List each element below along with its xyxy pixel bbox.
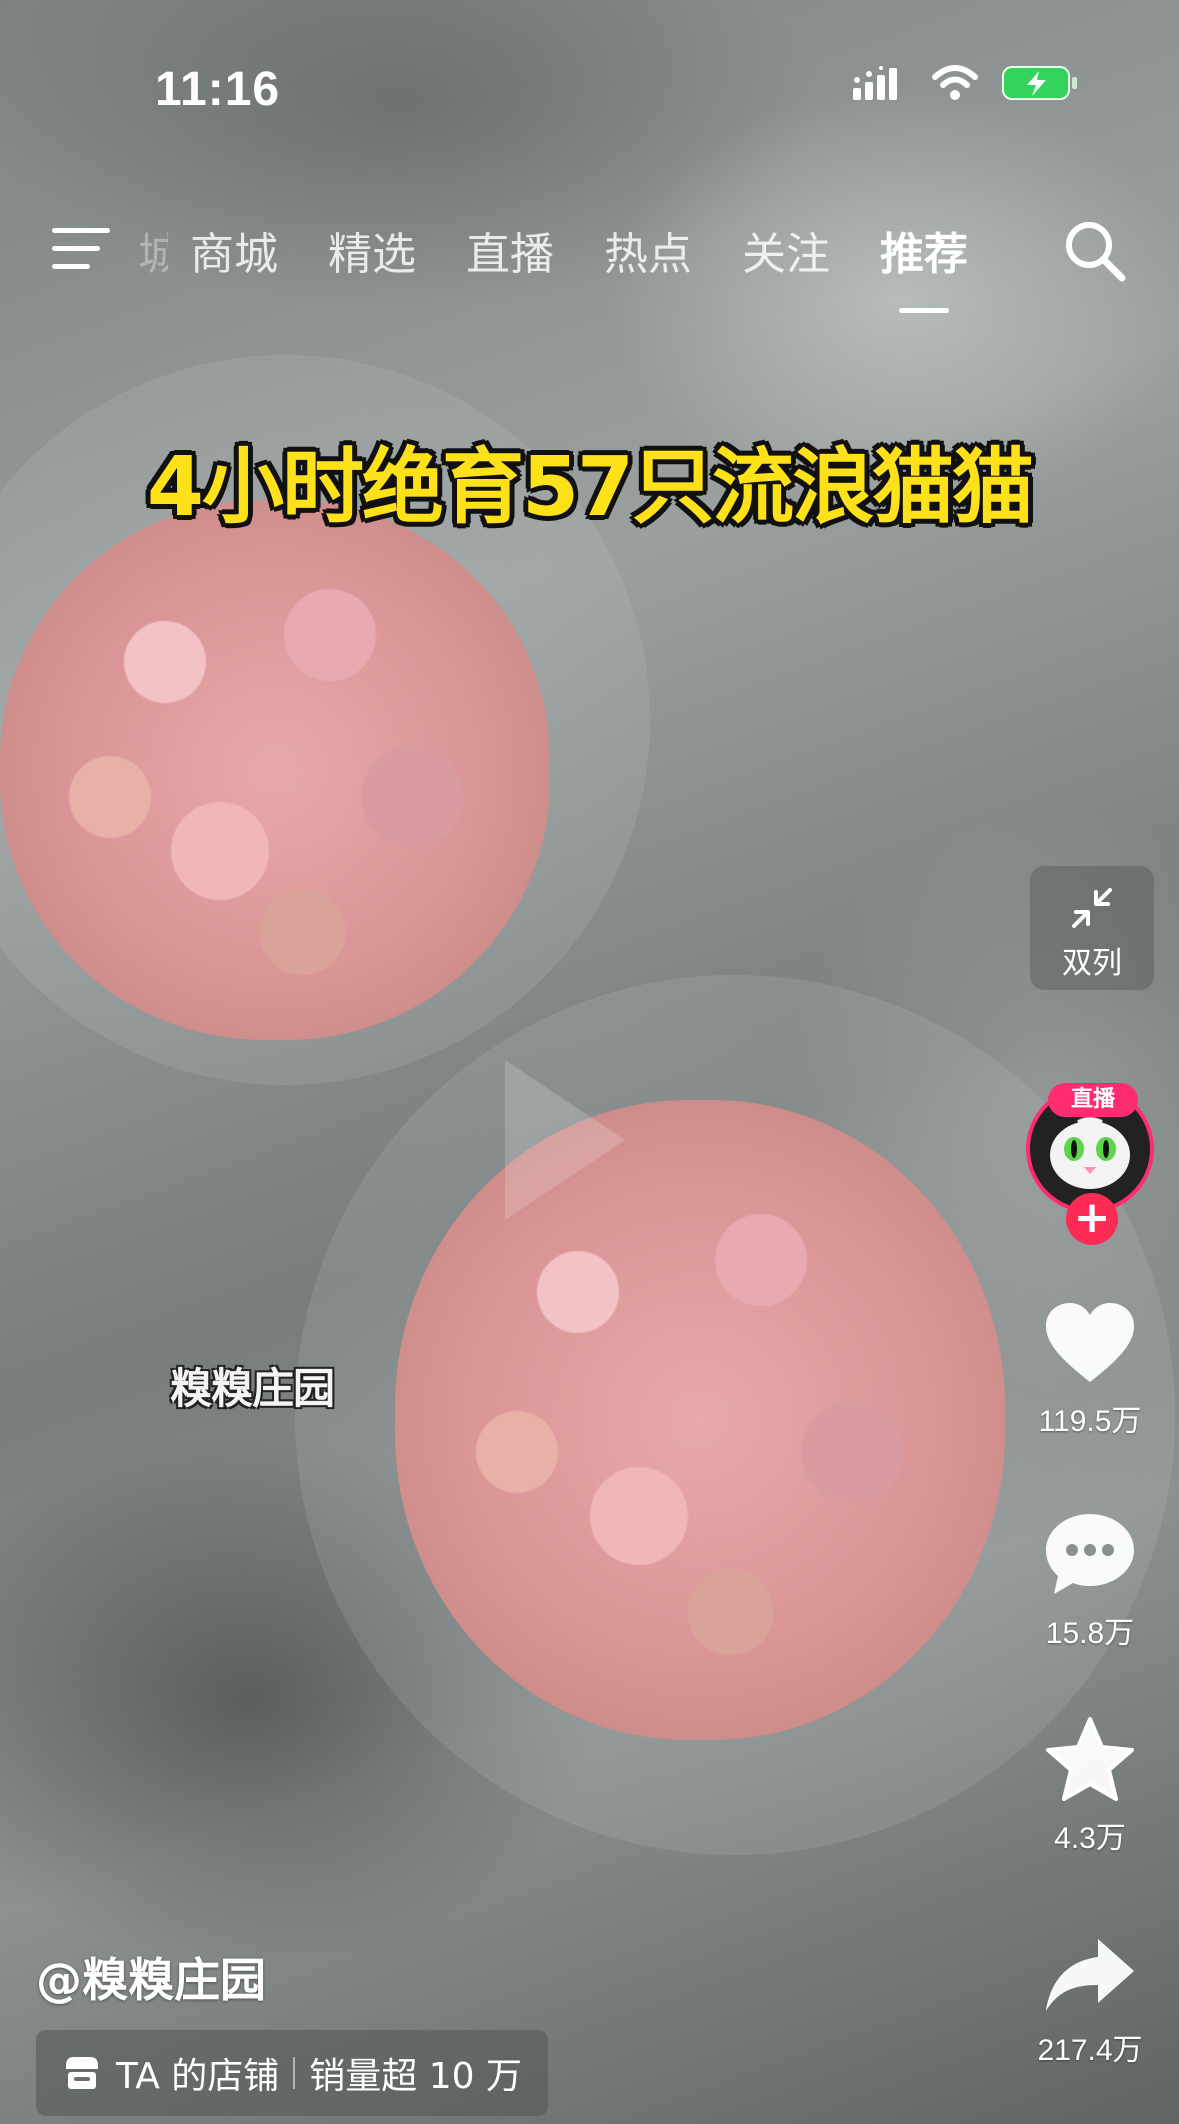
play-hint-icon [505,1060,625,1220]
search-icon[interactable] [1062,218,1128,284]
like-count: 119.5万 [1038,1405,1142,1438]
tab-trending[interactable]: 热点 [579,218,717,282]
wifi-icon [932,65,978,100]
top-nav: 城 商城 精选 直播 热点 关注 推荐 [0,210,1179,313]
author-handle[interactable]: @糗糗庄园 [36,1944,266,2010]
creator-avatar-group[interactable]: 直播 + [1026,1083,1160,1245]
share-button[interactable]: 217.4万 [1020,1935,1160,2069]
follow-button[interactable]: + [1066,1193,1118,1245]
tab-recommended[interactable]: 推荐 [855,218,993,313]
dual-column-button[interactable]: 双列 [1030,866,1154,990]
nav-tab-partial[interactable]: 城 [138,218,168,282]
comment-count: 15.8万 [1045,1617,1135,1650]
share-count: 217.4万 [1037,2034,1143,2067]
battery-charging-icon [1002,66,1077,100]
video-feed-screen[interactable]: 4小时绝育57只流浪猫猫 糗糗庄园 11:16 城 商城 精选 直播 热点 关注… [0,0,1179,2124]
shop-entry[interactable]: TA 的店铺 销量超 10 万 [36,2030,548,2116]
status-icons [853,64,1079,102]
like-button[interactable]: 119.5万 [1020,1300,1160,1440]
shop-bag-icon [66,2057,98,2089]
dual-column-label: 双列 [1062,946,1122,981]
star-icon [1046,1717,1134,1801]
comment-bubble-icon [1046,1514,1134,1594]
shop-divider [293,2057,296,2089]
favorite-count: 4.3万 [1054,1822,1126,1855]
shop-label: TA 的店铺 [116,2056,280,2097]
nav-tabs: 商城 精选 直播 热点 关注 推荐 [165,218,993,313]
favorite-button[interactable]: 4.3万 [1020,1715,1160,1857]
tab-following[interactable]: 关注 [717,218,855,282]
tab-featured[interactable]: 精选 [303,218,441,282]
video-title-caption: 4小时绝育57只流浪猫猫 [146,440,1034,535]
comment-button[interactable]: 15.8万 [1020,1510,1160,1652]
tab-mall[interactable]: 商城 [165,218,303,282]
bowl-left-contents [0,500,550,1040]
status-time: 11:16 [155,63,281,116]
tab-live[interactable]: 直播 [441,218,579,282]
share-arrow-icon [1046,1939,1134,2011]
video-watermark: 糗糗庄园 [170,1364,335,1413]
live-badge: 直播 [1048,1083,1138,1117]
menu-icon[interactable] [52,224,116,274]
collapse-arrows-icon [1072,888,1112,928]
signal-icon [853,66,897,100]
heart-icon [1046,1303,1134,1382]
bowl-right-contents [395,1100,1005,1740]
sales-label: 销量超 10 万 [309,2056,522,2097]
